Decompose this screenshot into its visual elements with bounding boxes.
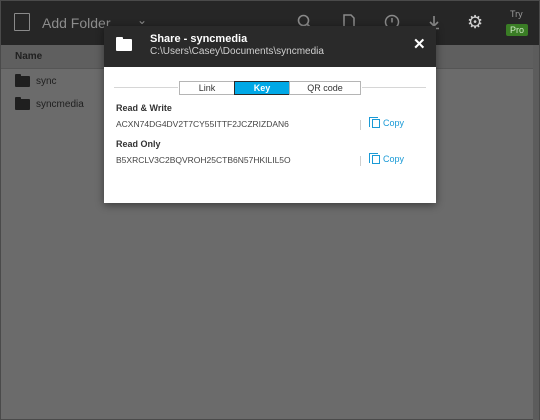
tab-qr-code[interactable]: QR code bbox=[289, 81, 361, 95]
read-only-key: B5XRCLV3C2BQVROH25CTB6N57HKILIL5O bbox=[116, 155, 291, 165]
tab-key[interactable]: Key bbox=[234, 81, 290, 95]
gear-icon[interactable]: ⚙ bbox=[467, 13, 483, 31]
add-folder-button[interactable]: Add Folder bbox=[42, 15, 110, 31]
folder-name: syncmedia bbox=[36, 98, 84, 110]
name-column-header[interactable]: Name bbox=[15, 51, 42, 62]
list-item[interactable]: sync bbox=[15, 73, 57, 89]
chevron-down-icon[interactable]: ⌄ bbox=[137, 13, 147, 27]
try-label[interactable]: Try bbox=[510, 9, 523, 19]
copy-label: Copy bbox=[383, 154, 405, 164]
read-only-label: Read Only bbox=[116, 139, 161, 149]
separator bbox=[360, 156, 361, 166]
folder-icon bbox=[15, 73, 30, 87]
folder-path: C:\Users\Casey\Documents\syncmedia bbox=[150, 46, 324, 57]
copy-read-only-button[interactable]: Copy bbox=[369, 152, 405, 164]
dialog-header: Share - syncmedia C:\Users\Casey\Documen… bbox=[104, 26, 436, 67]
folder-name: sync bbox=[36, 75, 57, 87]
copy-label: Copy bbox=[383, 118, 405, 128]
copy-icon bbox=[369, 152, 380, 164]
copy-read-write-button[interactable]: Copy bbox=[369, 116, 405, 128]
scrollbar[interactable] bbox=[533, 45, 539, 420]
read-write-label: Read & Write bbox=[116, 103, 172, 113]
tab-divider bbox=[114, 87, 178, 88]
tab-divider bbox=[362, 87, 426, 88]
close-icon[interactable]: ✕ bbox=[413, 37, 426, 52]
dialog-title: Share - syncmedia bbox=[150, 33, 248, 45]
copy-icon bbox=[369, 116, 380, 128]
folder-icon bbox=[116, 37, 132, 51]
list-item[interactable]: syncmedia bbox=[15, 96, 84, 112]
folder-icon bbox=[15, 96, 30, 110]
pro-badge[interactable]: Pro bbox=[506, 24, 529, 36]
read-write-key: ACXN74DG4DV2T7CY55ITTF2JCZRIZDAN6 bbox=[116, 119, 289, 129]
separator bbox=[360, 120, 361, 130]
share-dialog: Share - syncmedia C:\Users\Casey\Documen… bbox=[104, 26, 436, 203]
add-folder-icon[interactable] bbox=[14, 13, 30, 31]
tab-link[interactable]: Link bbox=[179, 81, 235, 95]
